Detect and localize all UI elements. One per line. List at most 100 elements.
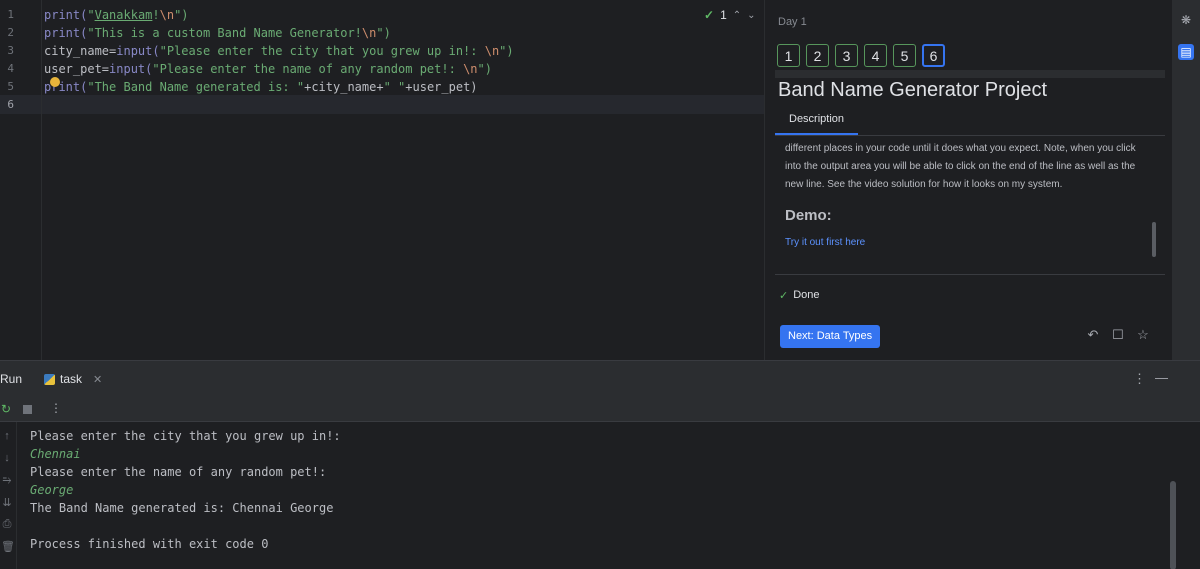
arrow-down-icon[interactable]: ↓	[1, 452, 13, 466]
scroll-to-end-icon[interactable]: ⇊	[1, 496, 13, 510]
code-token: +city_name+	[304, 80, 384, 94]
code-token: user_pet=	[44, 62, 110, 76]
ai-assistant-icon[interactable]: ❋	[1178, 12, 1194, 28]
console-scrollbar[interactable]	[1170, 481, 1176, 569]
minimize-icon[interactable]: —	[1155, 370, 1168, 385]
tab-description[interactable]: Description	[789, 113, 844, 125]
step-button-4[interactable]: 4	[864, 44, 887, 67]
inspection-count: 1	[720, 8, 727, 22]
code-token: \n	[484, 44, 500, 58]
tab-task[interactable]: task ✕	[44, 372, 102, 386]
code-token: " "	[383, 80, 406, 94]
next-task-button[interactable]: Next: Data Types	[780, 325, 881, 348]
step-button-3[interactable]: 3	[835, 44, 858, 67]
code-token: +user_pet)	[405, 80, 478, 94]
run-header: Run task ✕ ⋮ —	[0, 361, 1200, 396]
run-panel: Run task ✕ ⋮ — ↻ ⋮ ↑ ↓ ⥱ ⇊ ⎙ 🗑 Please en…	[0, 360, 1200, 569]
tab-task-label: task	[60, 372, 83, 386]
line-number: 6	[7, 98, 14, 111]
code-token: \n	[361, 26, 377, 40]
comment-icon[interactable]: ☐	[1110, 327, 1126, 343]
check-icon: ✓	[704, 8, 715, 22]
code-token: print(	[44, 26, 88, 40]
code-token: "Please enter the city that you grew up …	[159, 44, 485, 58]
more-options-icon[interactable]: ⋮	[1133, 371, 1146, 387]
code-line[interactable]: city_name=input("Please enter the city t…	[44, 42, 514, 60]
code-token: "Please enter the name of any random pet…	[152, 62, 464, 76]
python-icon	[44, 373, 55, 385]
star-icon[interactable]: ☆	[1135, 327, 1151, 343]
step-button-1[interactable]: 1	[777, 44, 800, 67]
console-input-line: Chennai	[30, 447, 81, 461]
inspection-widget[interactable]: ✓ 1 ⌃ ⌄	[704, 8, 756, 22]
step-button-5[interactable]: 5	[893, 44, 916, 67]
code-editor[interactable]: 123456 print("Vanakkam!\n") print("This i…	[0, 0, 764, 360]
line-number: 3	[7, 44, 14, 57]
demo-link[interactable]: Try it out first here	[785, 237, 865, 248]
active-tab-indicator	[775, 133, 858, 135]
rerun-icon[interactable]: ↻	[1, 402, 11, 416]
check-icon: ✓	[779, 290, 789, 302]
demo-heading: Demo:	[785, 207, 832, 224]
code-token: "This is a custom Band Name Generator!	[87, 26, 362, 40]
print-icon[interactable]: ⎙	[1, 518, 13, 532]
console-output[interactable]: Please enter the city that you grew up i…	[30, 427, 341, 553]
code-token: input(	[116, 44, 160, 58]
code-token: Vanakkam	[94, 8, 153, 22]
chevron-up-icon[interactable]: ⌃	[733, 10, 741, 21]
code-token: input(	[109, 62, 153, 76]
code-token: ")	[477, 62, 492, 76]
reset-icon[interactable]: ↶	[1085, 327, 1101, 343]
page-title: Band Name Generator Project	[778, 79, 1048, 101]
soft-wrap-icon[interactable]: ⥱	[1, 474, 13, 488]
run-toolbar: ↻ ⋮	[0, 396, 1200, 422]
line-number: 5	[7, 80, 14, 93]
console-side-toolbar: ↑ ↓ ⥱ ⇊ ⎙ 🗑	[0, 422, 17, 569]
code-line[interactable]: user_pet=input("Please enter the name of…	[44, 60, 492, 78]
step-progress-bar	[775, 70, 1165, 78]
chevron-down-icon[interactable]: ⌄	[747, 10, 755, 21]
code-line[interactable]: print("Vanakkam!\n")	[44, 6, 189, 24]
run-panel-title: Run	[0, 372, 23, 386]
code-line[interactable]: print("This is a custom Band Name Genera…	[44, 24, 391, 42]
console-output-line: Please enter the city that you grew up i…	[30, 429, 341, 443]
code-token: ")	[174, 8, 189, 22]
line-number: 2	[7, 26, 14, 39]
code-token: ")	[499, 44, 514, 58]
code-token: \n	[463, 62, 478, 76]
code-token: !	[152, 8, 160, 22]
code-line[interactable]: print("The Band Name generated is: "+cit…	[44, 78, 478, 96]
stop-icon[interactable]	[23, 405, 32, 414]
description-scrollbar[interactable]	[1152, 222, 1156, 257]
line-number: 1	[7, 8, 14, 21]
description-line: different places in your code until it d…	[785, 143, 1136, 154]
lightbulb-icon[interactable]	[50, 77, 60, 87]
done-status: ✓ Done	[779, 289, 820, 302]
current-line-highlight	[0, 95, 764, 114]
code-token: city_name=	[44, 44, 117, 58]
step-button-6[interactable]: 6	[922, 44, 945, 67]
trash-icon[interactable]: 🗑	[1, 540, 15, 554]
step-navigator: 123456	[777, 44, 945, 67]
day-label: Day 1	[778, 16, 807, 28]
line-number-gutter: 1 2 3 4 5 6	[0, 0, 42, 360]
task-description-panel: Day 1 123456 Band Name Generator Project…	[764, 0, 1172, 360]
divider	[775, 274, 1165, 275]
task-panel-icon[interactable]: ▤	[1178, 44, 1194, 60]
task-description-text: different places in your code until it d…	[785, 140, 1145, 194]
done-label: Done	[793, 289, 820, 301]
console-output-line: Process finished with exit code 0	[30, 537, 269, 551]
code-token: ")	[376, 26, 391, 40]
description-line: into the output area you will be able to…	[785, 161, 1136, 172]
line-number: 4	[7, 62, 14, 75]
code-token: "	[87, 8, 95, 22]
close-icon[interactable]: ✕	[93, 373, 102, 386]
code-token: print(	[44, 8, 88, 22]
code-token: \n	[159, 8, 175, 22]
arrow-up-icon[interactable]: ↑	[1, 430, 13, 444]
code-token: "The Band Name generated is: "	[87, 80, 305, 94]
step-button-2[interactable]: 2	[806, 44, 829, 67]
more-actions-icon[interactable]: ⋮	[50, 401, 62, 415]
console-output-line: The Band Name generated is: Chennai Geor…	[30, 501, 334, 515]
